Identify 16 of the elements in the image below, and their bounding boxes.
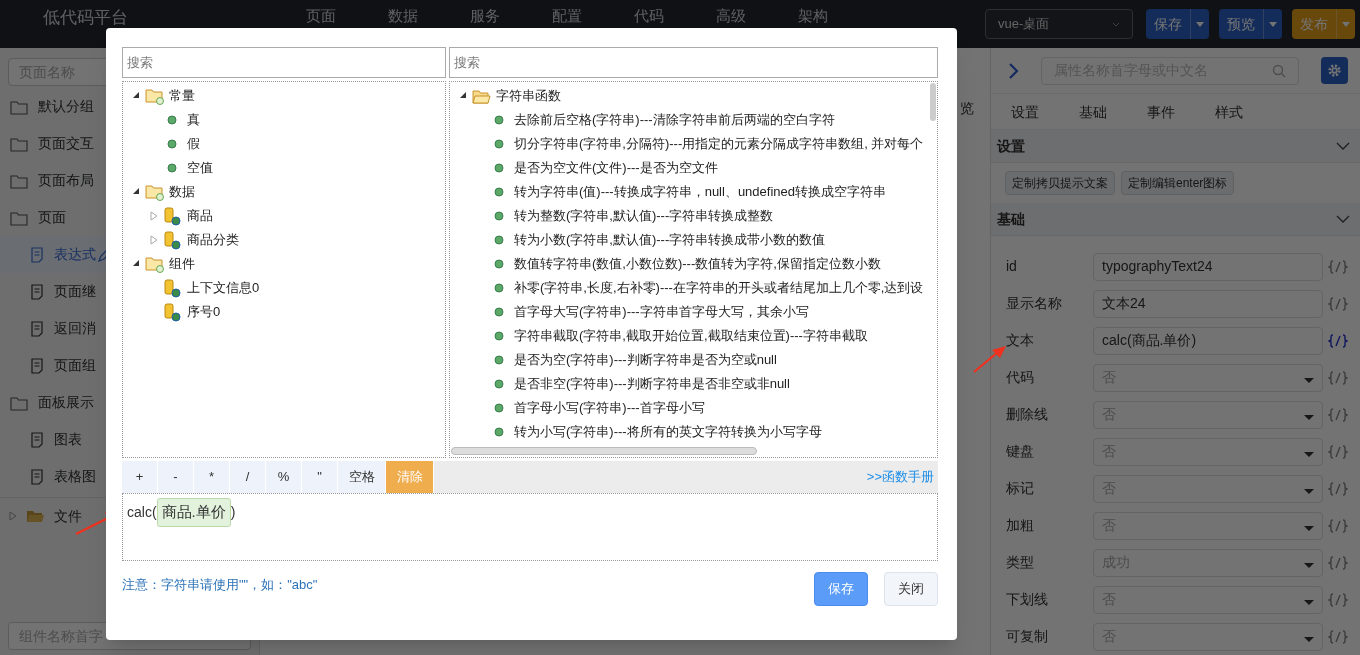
- hint-text: 注意：字符串请使用""，如："abc": [122, 576, 318, 594]
- app-title: 低代码平台: [42, 7, 129, 30]
- field-label: 加粗: [1006, 516, 1035, 535]
- field-label: 键盘: [1006, 442, 1035, 461]
- expression-text: calc(: [127, 503, 157, 522]
- expression-text: ): [230, 503, 236, 522]
- field-label: 文本: [1006, 331, 1035, 350]
- field-label: 显示名称: [1006, 294, 1063, 313]
- toolbar-label: 览: [960, 99, 974, 118]
- field-label: 类型: [1006, 553, 1035, 572]
- field-label: 代码: [1006, 368, 1035, 387]
- field-label: id: [1006, 257, 1018, 276]
- field-label: 标记: [1006, 479, 1035, 498]
- field-label: 删除线: [1006, 405, 1049, 424]
- field-label: 可复制: [1006, 627, 1049, 646]
- field-label: 下划线: [1006, 590, 1049, 609]
